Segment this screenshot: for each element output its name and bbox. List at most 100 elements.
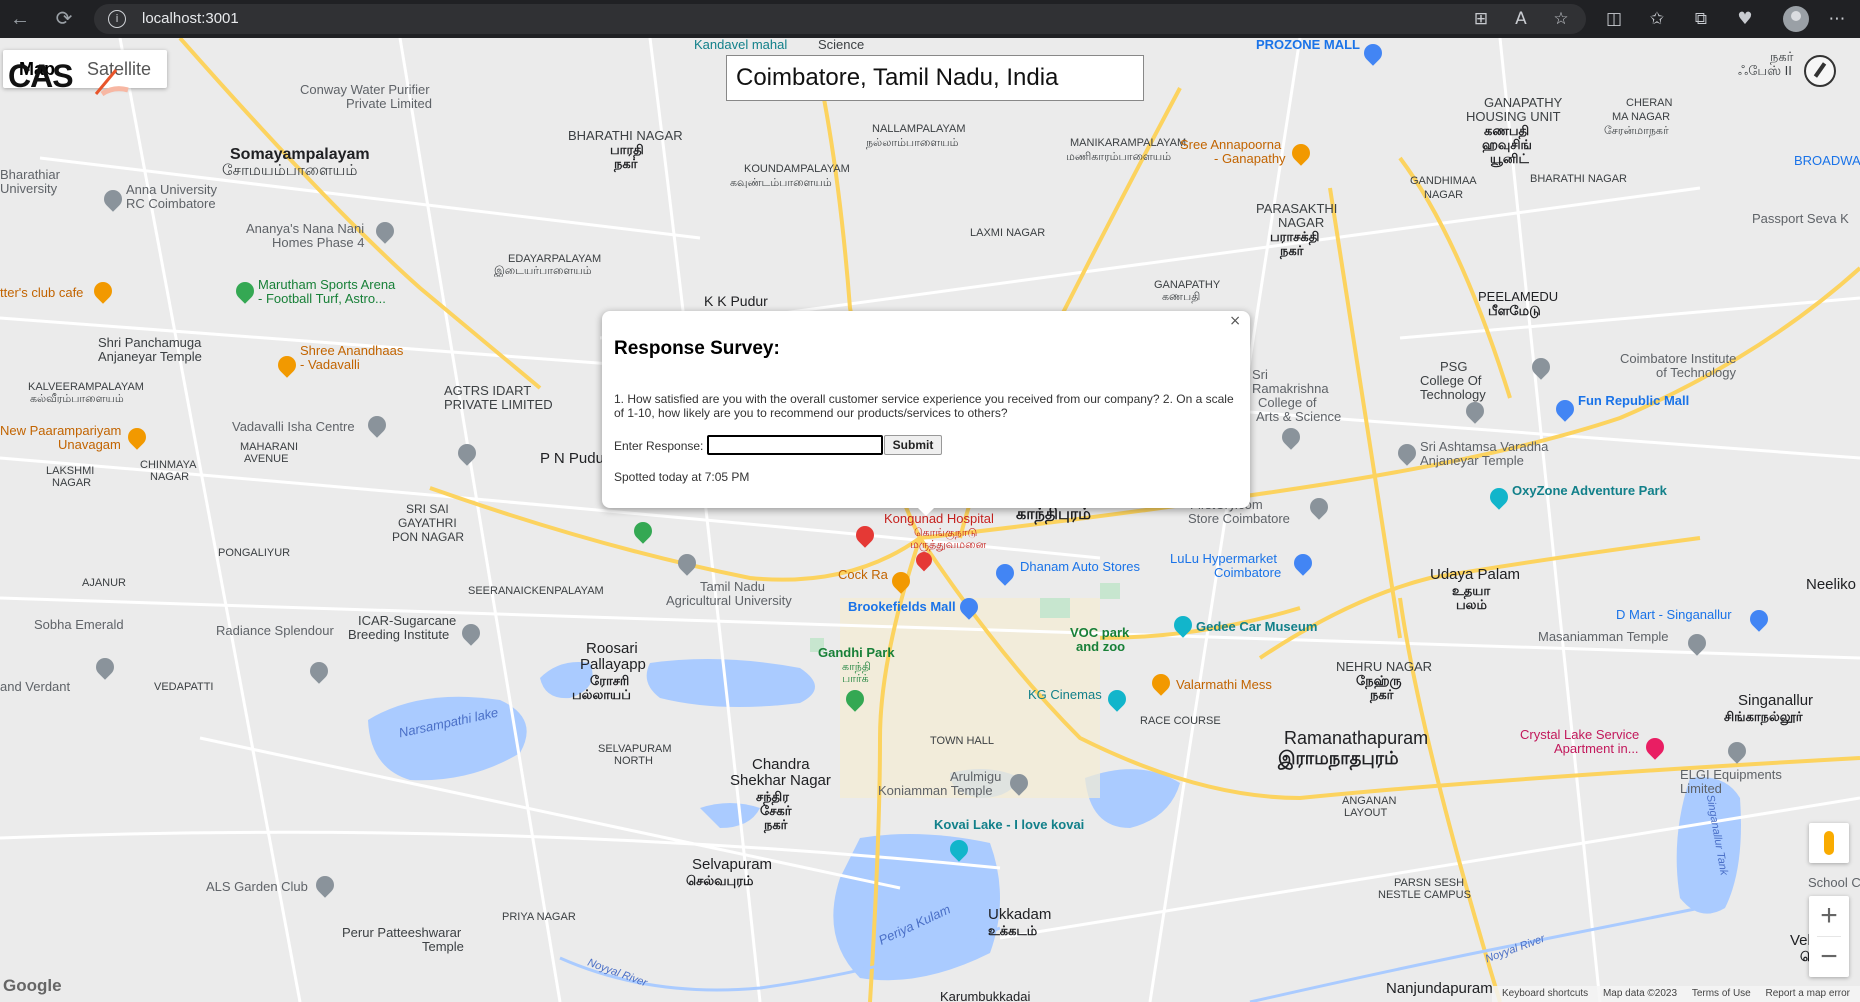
reload-icon[interactable]: ⟳ (52, 7, 76, 31)
poi-label: ICAR-Sugarcane (358, 613, 457, 628)
poi-label: Kovai Lake - I love kovai (934, 817, 1085, 832)
poi-label: College of (1258, 395, 1317, 410)
place-label: Ukkadam (988, 906, 1052, 923)
place-label: நேஹ்ரு (1356, 673, 1402, 688)
poi-label: Koniamman Temple (878, 783, 993, 798)
place-label: BHARATHI NAGAR (568, 128, 683, 143)
map-footer: Keyboard shortcuts Map data ©2023 Terms … (1492, 986, 1860, 1002)
place-label: GAYATHRI (398, 516, 457, 530)
place-label: சிங்காநல்லூர் (1724, 709, 1803, 724)
read-aloud-icon[interactable]: A (1510, 8, 1532, 30)
place-label: MA NAGAR (1612, 111, 1671, 123)
poi-label: Kandavel mahal (694, 38, 788, 52)
compass-icon[interactable] (1804, 55, 1836, 87)
poi-label: Perur Patteeshwarar (342, 925, 462, 940)
place-label: RACE COURSE (1140, 715, 1221, 727)
poi-label: Temple (422, 939, 464, 954)
poi-label: AGTRS IDART (444, 383, 532, 398)
poi-label: Anna University (126, 182, 218, 197)
poi-label: Radiance Splendour (216, 623, 334, 638)
poi-label: Masaniamman Temple (1538, 629, 1669, 644)
poi-label: VOC park (1070, 625, 1130, 640)
poi-label: and zoo (1076, 639, 1126, 654)
place-label: NAGAR (52, 477, 92, 489)
place-label: Neeliko (1806, 576, 1857, 593)
place-label: P N Pudu (540, 450, 604, 467)
report-error-link[interactable]: Report a map error (1766, 988, 1850, 999)
poi-label: Cock Ra (838, 567, 888, 582)
poi-label: of Technology (1656, 365, 1736, 380)
split-screen-icon[interactable]: ◫ (1603, 8, 1625, 30)
submit-button[interactable]: Submit (884, 435, 942, 455)
poi-label: ALS Garden Club (206, 879, 308, 894)
poi-label: tter's club cafe (0, 285, 84, 300)
profile-avatar[interactable] (1783, 6, 1809, 32)
response-input[interactable] (707, 435, 883, 455)
extension-icon[interactable]: ♥ (1734, 8, 1756, 30)
place-label: PONGALIYUR (218, 547, 291, 559)
info-icon[interactable]: i (108, 10, 126, 28)
poi-label: Tamil Nadu (700, 579, 766, 594)
poi-label: Homes Phase 4 (272, 235, 365, 250)
poi-label: Gedee Car Museum (1196, 619, 1318, 634)
poi-label: Ramakrishna (1252, 381, 1329, 396)
close-icon[interactable]: × (1229, 313, 1241, 329)
place-label: SRI SAI (406, 502, 449, 516)
poi-label: Science (818, 38, 865, 52)
poi-label: ELGI Equipments (1680, 767, 1782, 782)
apps-icon[interactable]: ⊞ (1470, 8, 1492, 30)
poi-label: D Mart - Singanallur (1616, 607, 1732, 622)
poi-label: School Co (1808, 875, 1860, 890)
zoom-control: + − (1809, 896, 1849, 977)
map-data-text: Map data ©2023 (1602, 988, 1678, 999)
place-label: GANDHIMAA (1410, 175, 1477, 187)
poi-label: Arts & Science (1256, 409, 1342, 424)
place-label: சந்திர (756, 789, 789, 804)
poi-label: Gandhi Park (818, 645, 895, 660)
poi-label: Fun Republic Mall (1578, 393, 1690, 408)
poi-label: பார்க் (842, 673, 869, 685)
poi-label: Passport Seva K (1752, 211, 1849, 226)
place-label: VEDAPATTI (154, 681, 214, 693)
place-label: மணிகாரம்பாளையம் (1066, 151, 1172, 163)
place-label: Singanallur (1738, 692, 1814, 709)
place-label: MANIKARAMPALAYAM (1070, 137, 1187, 149)
collections-icon[interactable]: ⧉ (1690, 8, 1712, 30)
place-label: NORTH (614, 755, 653, 767)
location-search-input[interactable]: Coimbatore, Tamil Nadu, India (726, 55, 1144, 101)
place-label: செல்வபுரம் (686, 873, 754, 888)
favorites-icon[interactable]: ✩ (1646, 8, 1668, 30)
place-label: ஃபேஸ் II (1738, 63, 1792, 78)
place-label: PEELAMEDU (1478, 289, 1559, 304)
place-label: பல்லாயப் (572, 687, 631, 702)
poi-label: Shree Anandhaas (300, 343, 404, 358)
place-label: கல்வீரம்பாளையம் (30, 393, 124, 405)
poi-label: Ananya's Nana Nani (246, 221, 365, 236)
street-view-pegman-icon[interactable] (1809, 823, 1849, 863)
place-label: ரோசரி (590, 673, 630, 688)
place-label: பீளமேடு (1488, 303, 1541, 318)
zoom-in-button[interactable]: + (1809, 896, 1849, 936)
poi-label: Valarmathi Mess (1176, 677, 1272, 692)
poi-label: Marutham Sports Arena (258, 277, 396, 292)
zoom-out-button[interactable]: − (1809, 937, 1849, 977)
poi-label: Arulmigu (950, 769, 1002, 784)
place-label: நகர் (1370, 687, 1394, 702)
poi-label: Breeding Institute (348, 627, 450, 642)
place-label: Karumbukkadai (940, 989, 1031, 1002)
back-icon[interactable]: ← (8, 7, 32, 31)
place-label: பலம் (1456, 597, 1487, 612)
favorite-star-icon[interactable]: ☆ (1550, 8, 1572, 30)
poi-label: Apartment in... (1554, 741, 1639, 756)
poi-label: - Ganapathy (1214, 151, 1286, 166)
poi-label: Agricultural University (666, 593, 792, 608)
poi-label: Crystal Lake Service (1520, 727, 1640, 742)
response-label: Enter Response: (614, 439, 704, 453)
terms-link[interactable]: Terms of Use (1692, 988, 1751, 999)
more-menu-icon[interactable]: ⋯ (1826, 8, 1848, 30)
survey-question: 1. How satisfied are you with the overal… (614, 392, 1234, 420)
keyboard-shortcuts-link[interactable]: Keyboard shortcuts (1502, 988, 1588, 999)
address-bar[interactable]: i localhost:3001 (94, 4, 1586, 34)
place-label: கவுண்டம்பாளையம் (730, 177, 832, 189)
poi-label: New Paarampariyam (0, 423, 122, 438)
